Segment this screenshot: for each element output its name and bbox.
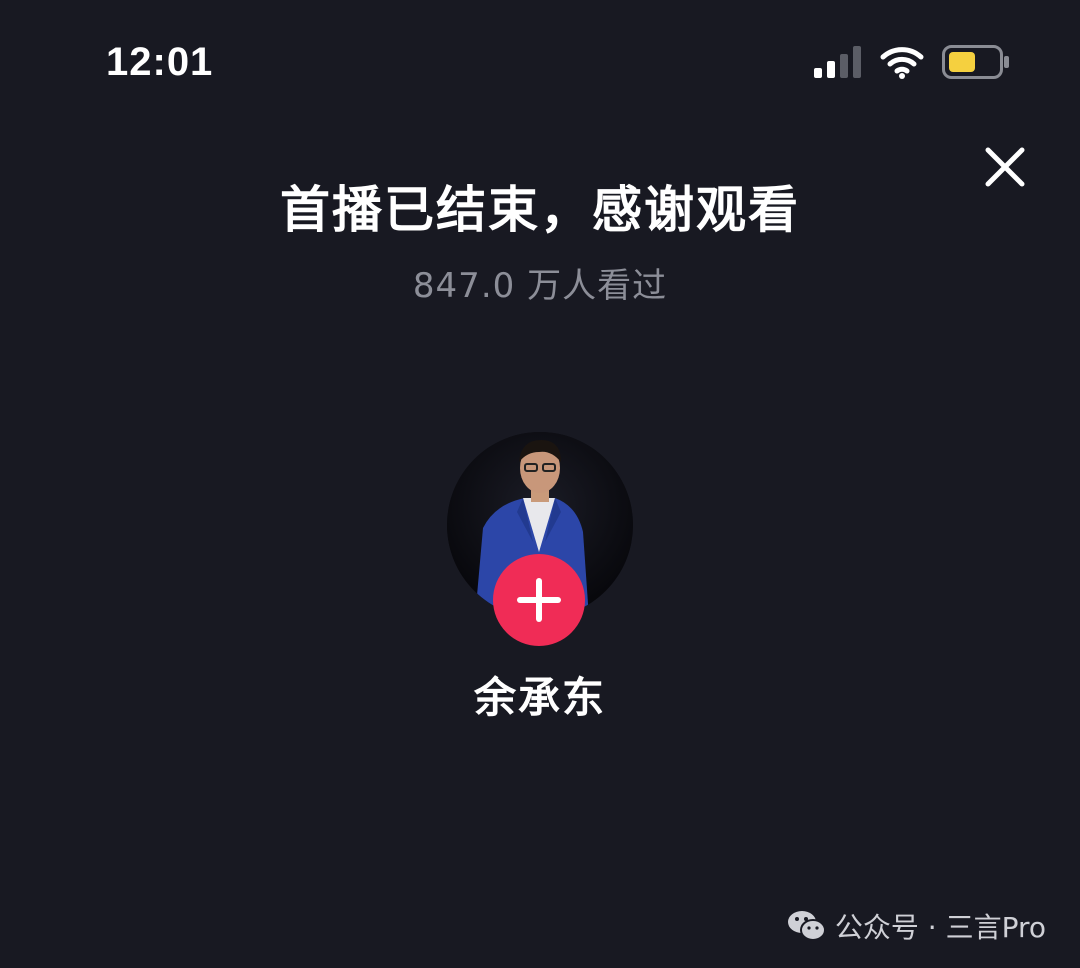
plus-icon: [517, 578, 561, 622]
follow-button[interactable]: [493, 554, 585, 646]
page-title: 首播已结束，感谢观看: [280, 181, 800, 239]
watermark-text: 公众号 · 三言Pro: [834, 911, 1046, 944]
status-time: 12:01: [106, 40, 214, 84]
viewer-count: 847.0 万人看过: [412, 266, 668, 306]
status-icons: [814, 44, 1010, 80]
wifi-icon: [880, 47, 924, 79]
wechat-icon: [787, 911, 826, 941]
battery-icon: [942, 45, 1009, 79]
signal-icon: [814, 46, 861, 78]
watermark: 公众号 · 三言Pro: [787, 906, 1046, 946]
streamer-name[interactable]: 余承东: [0, 664, 1080, 725]
